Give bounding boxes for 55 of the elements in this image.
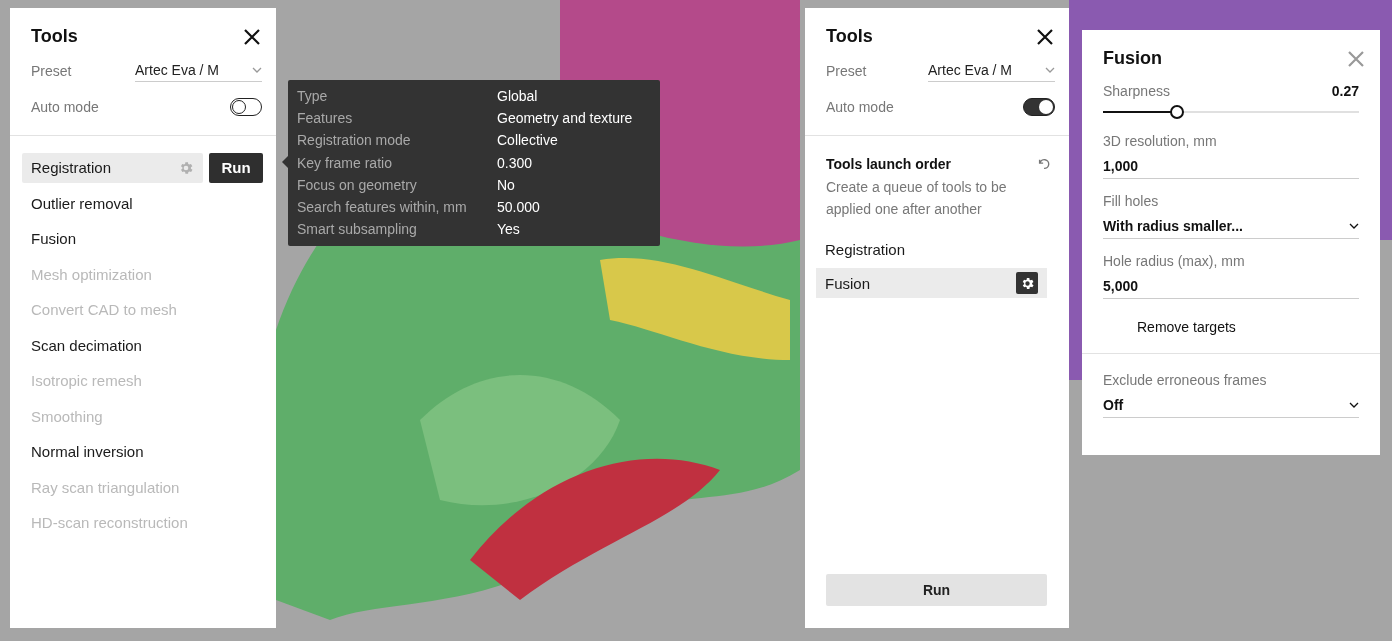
chevron-down-icon xyxy=(1349,223,1359,229)
tool-list-item[interactable]: Scan decimation xyxy=(22,330,263,361)
tooltip-value: Yes xyxy=(497,221,521,238)
run-button[interactable]: Run xyxy=(209,152,263,183)
preset-label: Preset xyxy=(826,63,867,79)
tooltip-value: 50.000 xyxy=(497,199,541,216)
slider-thumb[interactable] xyxy=(1170,105,1185,119)
tooltip-label: Search features within, mm xyxy=(297,199,468,216)
run-button[interactable]: Run xyxy=(826,574,1047,606)
tooltip-label: Smart subsampling xyxy=(297,221,418,238)
sharpness-label: Sharpness xyxy=(1103,83,1170,99)
tooltip-label: Focus on geometry xyxy=(297,176,418,193)
checkbox-label: Remove targets xyxy=(1137,319,1236,335)
tooltip-label: Type xyxy=(297,88,329,105)
tooltip-label: Registration mode xyxy=(297,132,412,149)
input-field[interactable]: 5,000 xyxy=(1103,273,1359,299)
preset-dropdown[interactable]: Artec Eva / M xyxy=(928,60,1055,82)
field-label: 3D resolution, mm xyxy=(1103,133,1218,149)
dropdown[interactable]: Off xyxy=(1103,392,1359,418)
auto-mode-toggle[interactable] xyxy=(230,98,262,116)
reset-icon[interactable] xyxy=(1037,157,1051,171)
panel-title: Tools xyxy=(826,26,873,47)
auto-mode-toggle[interactable] xyxy=(1023,98,1055,116)
queue-item[interactable]: Fusion xyxy=(816,268,1047,298)
chevron-down-icon xyxy=(1349,402,1359,408)
section-description: Create a queue of tools to be applied one after another xyxy=(825,178,1008,219)
close-button[interactable] xyxy=(242,26,262,47)
tool-list-item[interactable]: Fusion xyxy=(22,223,263,254)
queue-item[interactable]: Registration xyxy=(816,234,1047,264)
tooltip-value: 0.300 xyxy=(497,154,534,171)
field-label: Hole radius (max), mm xyxy=(1103,253,1246,269)
preset-dropdown[interactable]: Artec Eva / M xyxy=(135,60,262,82)
section-title: Tools launch order xyxy=(826,156,951,172)
tool-list-item[interactable]: Normal inversion xyxy=(22,436,263,467)
panel-title: Tools xyxy=(31,26,78,47)
tool-list-item[interactable]: Registration xyxy=(22,152,203,183)
input-field[interactable]: 1,000 xyxy=(1103,153,1359,179)
tooltip-value: Global xyxy=(497,88,539,105)
tooltip-label: Key frame ratio xyxy=(297,154,393,171)
field-label: Exclude erroneous frames xyxy=(1103,372,1268,388)
tooltip-value: Geometry and texture xyxy=(497,110,634,127)
tooltip-value: No xyxy=(497,176,516,193)
tool-list-item[interactable]: Outlier removal xyxy=(22,188,263,219)
sharpness-value: 0.27 xyxy=(1331,83,1359,99)
chevron-down-icon xyxy=(1045,67,1055,73)
auto-mode-label: Auto mode xyxy=(31,99,99,115)
tooltip-label: Features xyxy=(297,110,354,127)
close-button[interactable] xyxy=(1035,26,1055,47)
field-label: Fill holes xyxy=(1103,193,1160,209)
dropdown[interactable]: With radius smaller... xyxy=(1103,213,1359,239)
tooltip-value: Collective xyxy=(497,132,559,149)
auto-mode-label: Auto mode xyxy=(826,99,894,115)
preset-label: Preset xyxy=(31,63,72,79)
panel-title: Fusion xyxy=(1103,48,1162,69)
chevron-down-icon xyxy=(252,67,262,73)
